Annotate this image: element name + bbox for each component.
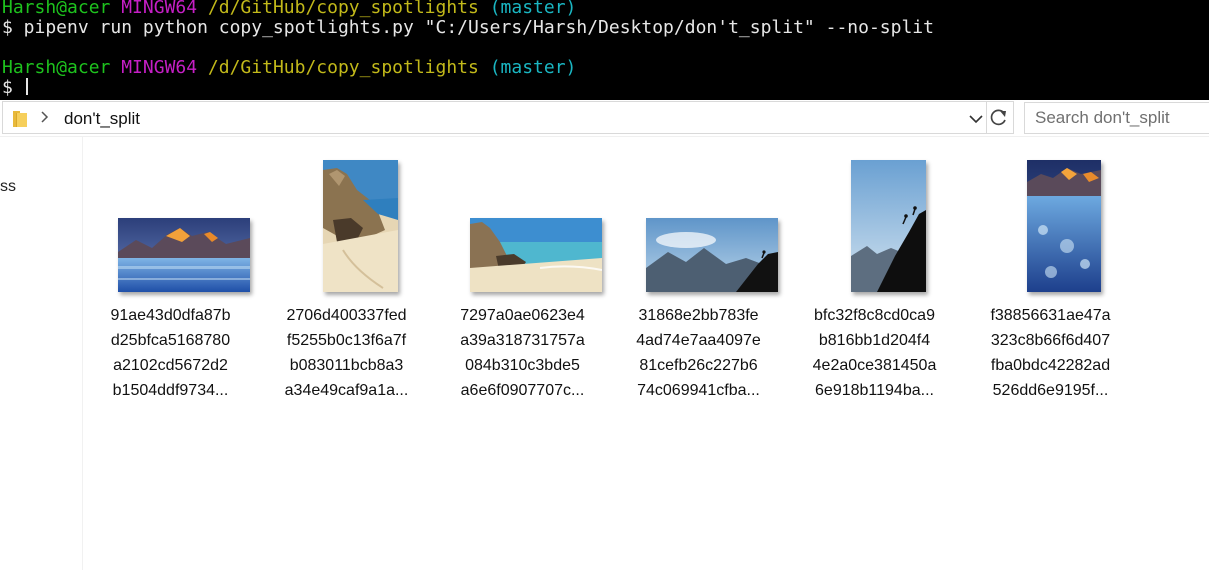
refresh-icon [990, 109, 1006, 126]
file-name-line: 4ad74e7aa4097e [636, 332, 761, 349]
file-name-line: 2706d400337fed [286, 307, 407, 324]
input-prefix: $ [2, 77, 24, 98]
file-name-line: 81cefb26c227b6 [639, 357, 758, 374]
search-box[interactable] [1024, 102, 1209, 134]
file-name-line: a39a318731757a [460, 332, 585, 349]
image-thumbnail [646, 218, 778, 292]
image-thumbnail [323, 160, 398, 292]
terminal-prompt-line-1: Harsh@acer MINGW64 /d/GitHub/copy_spotli… [2, 0, 576, 18]
file-name: 7297a0ae0623e4 a39a318731757a 084b310c3b… [435, 303, 610, 403]
file-name-line: b1504ddf9734... [112, 382, 229, 399]
file-name: 31868e2bb783fe 4ad74e7aa4097e 81cefb26c2… [611, 303, 786, 403]
image-thumbnail [851, 160, 926, 292]
file-name-line: 526dd6e9195f... [992, 382, 1109, 399]
file-name-line: 74c069941cfba... [637, 382, 760, 399]
file-name-line: b816bb1d204f4 [818, 332, 931, 349]
prompt-user: Harsh@acer [2, 0, 111, 18]
terminal-window[interactable]: Harsh@acer MINGW64 /d/GitHub/copy_spotli… [0, 0, 1209, 100]
file-name-line: b083011bcb8a3 [289, 357, 404, 374]
folder-icon [13, 111, 27, 127]
refresh-button[interactable] [986, 101, 1014, 134]
file-name: 91ae43d0dfa87b d25bfca5168780 a2102cd567… [83, 303, 258, 403]
prompt-env: MINGW64 [121, 0, 198, 18]
chevron-right-icon[interactable] [41, 110, 49, 124]
terminal-input-line[interactable]: $ [2, 78, 28, 98]
file-name-line: 31868e2bb783fe [638, 307, 759, 324]
file-name: 2706d400337fed f5255b0c13f6a7f b083011bc… [259, 303, 434, 403]
prompt-branch: (master) [489, 0, 577, 18]
file-name-line: 7297a0ae0623e4 [460, 307, 585, 324]
image-thumbnail [1027, 160, 1101, 292]
text-cursor [25, 78, 28, 95]
prompt-branch: (master) [489, 57, 577, 78]
file-name-line: a2102cd5672d2 [113, 357, 228, 374]
image-thumbnail [470, 218, 602, 292]
prompt-path: /d/GitHub/copy_spotlights [207, 57, 479, 78]
file-name-line: 4e2a0ce381450a [812, 357, 937, 374]
nav-item[interactable]: ss [0, 178, 16, 196]
file-name-line: fba0bdc42282ad [990, 357, 1111, 374]
image-thumbnail [118, 218, 250, 292]
file-name-line: 323c8b66f6d407 [990, 332, 1111, 349]
address-bar-row: don't_split [0, 100, 1209, 137]
navigation-pane[interactable]: ss [0, 137, 83, 570]
file-name-line: bfc32f8c8cd0ca9 [814, 307, 935, 324]
prompt-user: Harsh@acer [2, 57, 111, 78]
file-name: f38856631ae47a 323c8b66f6d407 fba0bdc422… [963, 303, 1138, 403]
chevron-down-icon[interactable] [965, 108, 987, 130]
prompt-path: /d/GitHub/copy_spotlights [207, 0, 479, 18]
file-name-line: f38856631ae47a [990, 307, 1111, 324]
file-name-line: 084b310c3bde5 [465, 357, 580, 374]
file-name-line: d25bfca5168780 [110, 332, 231, 349]
terminal-prompt-line-2: Harsh@acer MINGW64 /d/GitHub/copy_spotli… [2, 58, 576, 78]
terminal-command-line: $ pipenv run python copy_spotlights.py "… [2, 17, 934, 38]
breadcrumb-current-folder[interactable]: don't_split [64, 109, 140, 129]
file-name-line: 91ae43d0dfa87b [110, 307, 231, 324]
prompt-env: MINGW64 [121, 57, 198, 78]
file-name-line: f5255b0c13f6a7f [286, 332, 407, 349]
address-bar[interactable]: don't_split [2, 101, 987, 134]
file-list: 91ae43d0dfa87b d25bfca5168780 a2102cd567… [83, 137, 1209, 570]
file-name-line: a34e49caf9a1a... [284, 382, 409, 399]
search-input[interactable] [1025, 103, 1209, 133]
file-name: bfc32f8c8cd0ca9 b816bb1d204f4 4e2a0ce381… [787, 303, 962, 403]
file-name-line: 6e918b1194ba... [815, 382, 934, 399]
file-name-line: a6e6f0907707c... [460, 382, 585, 399]
